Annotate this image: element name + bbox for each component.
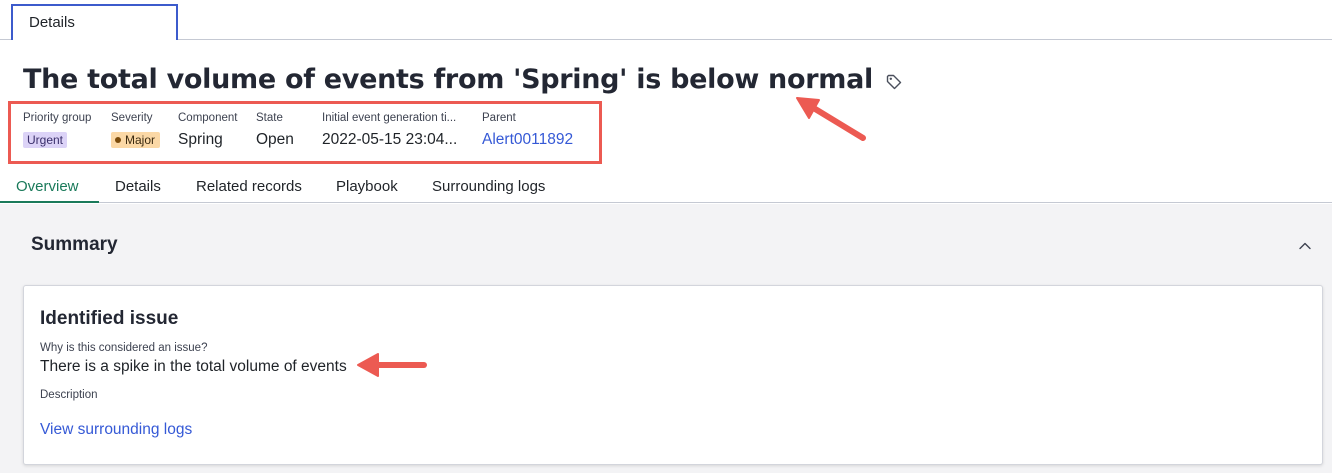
summary-title: Summary [31, 234, 118, 255]
card-title: Identified issue [40, 308, 179, 329]
question-answer: There is a spike in the total volume of … [40, 358, 347, 375]
top-tab-bar: Details [0, 0, 1332, 40]
meta-label: Component [178, 112, 238, 124]
parent-link[interactable]: Alert0011892 [482, 131, 573, 149]
severity-badge: Major [111, 132, 161, 148]
meta-initial-event: Initial event generation ti... 2022-05-1… [322, 112, 457, 148]
meta-label: State [256, 112, 283, 124]
view-surrounding-logs-link[interactable]: View surrounding logs [40, 421, 192, 439]
summary-section: Summary Identified issue Why is this con… [0, 204, 1332, 473]
priority-badge: Urgent [23, 132, 68, 148]
severity-value: Major [125, 133, 156, 147]
tab-overview[interactable]: Overview [16, 178, 79, 195]
meta-value: 2022-05-15 23:04... [322, 131, 458, 148]
description-label: Description [40, 389, 98, 401]
meta-label: Severity [111, 112, 153, 124]
meta-component: Component Spring [178, 112, 238, 148]
meta-parent: Parent Alert0011892 [482, 112, 573, 148]
meta-value: Spring [178, 131, 223, 148]
title-row: The total volume of events from 'Spring'… [23, 64, 903, 95]
tab-details-top[interactable]: Details [11, 4, 178, 40]
meta-label: Priority group [23, 112, 92, 124]
active-tab-indicator [0, 201, 99, 203]
page-title: The total volume of events from 'Spring'… [23, 64, 873, 95]
tab-playbook[interactable]: Playbook [336, 178, 398, 195]
meta-priority-group: Priority group Urgent [23, 112, 92, 148]
identified-issue-card: Identified issue Why is this considered … [23, 285, 1323, 465]
tab-related-records[interactable]: Related records [196, 178, 302, 195]
meta-label: Parent [482, 112, 516, 124]
meta-severity: Severity Major [111, 112, 161, 148]
tab-surrounding-logs[interactable]: Surrounding logs [432, 178, 545, 195]
annotation-arrow-answer [357, 353, 427, 377]
meta-label: Initial event generation ti... [322, 112, 457, 124]
severity-dot-icon [115, 137, 121, 143]
record-tabs: Overview Details Related records Playboo… [0, 170, 1332, 203]
tab-details[interactable]: Details [115, 178, 161, 195]
meta-state: State Open [256, 112, 294, 148]
meta-value: Open [256, 131, 294, 148]
annotation-arrow-title [796, 97, 866, 141]
question-label: Why is this considered an issue? [40, 342, 208, 354]
tag-icon[interactable] [885, 73, 903, 91]
chevron-up-icon[interactable] [1297, 238, 1313, 254]
